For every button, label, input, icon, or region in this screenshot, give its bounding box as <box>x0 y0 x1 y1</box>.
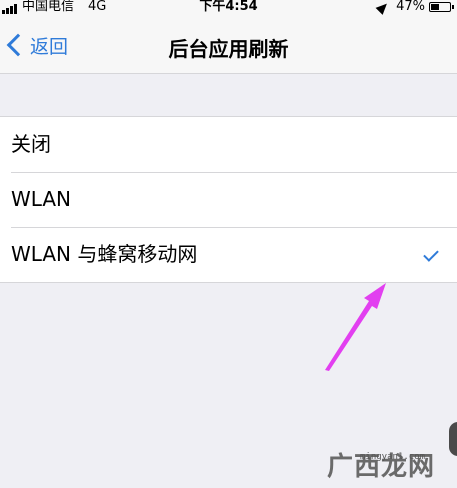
floating-button-edge[interactable] <box>449 422 457 456</box>
pointer-arrow-icon <box>325 283 386 371</box>
watermark-url: mingyan1.com <box>360 452 426 462</box>
arrow-shape <box>325 283 386 371</box>
